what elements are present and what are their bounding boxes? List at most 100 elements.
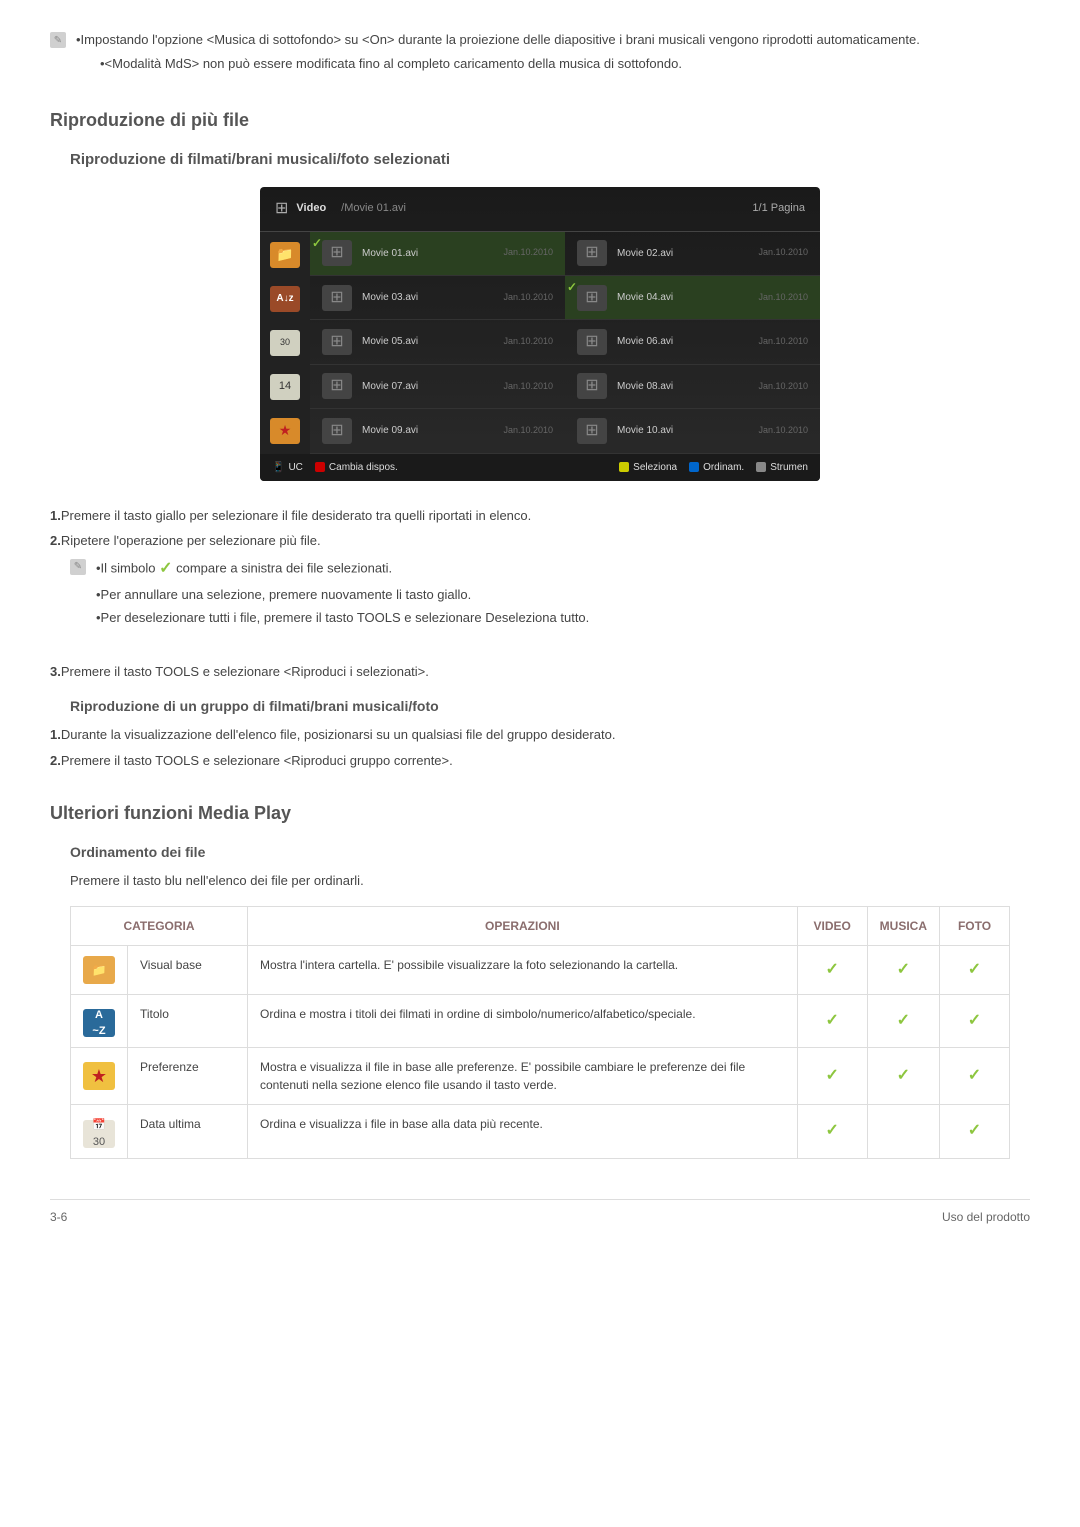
- sidebar-number-icon[interactable]: 14: [270, 374, 300, 400]
- music-support: ✓: [867, 945, 939, 994]
- sort-intro: Premere il tasto blu nell'elenco dei fil…: [70, 871, 1030, 891]
- file-name: Movie 03.avi: [362, 290, 503, 305]
- photo-support: ✓: [940, 994, 1010, 1048]
- sidebar-folder-icon[interactable]: 📁: [270, 242, 300, 268]
- check-icon: ✓: [825, 1064, 838, 1088]
- photo-support: ✓: [940, 945, 1010, 994]
- group-step-2: 2.Premere il tasto TOOLS e selezionare <…: [50, 751, 1030, 771]
- page-footer: 3-6 Uso del prodotto: [50, 1199, 1030, 1226]
- photo-support: ✓: [940, 1048, 1010, 1105]
- file-browser-screenshot: ⊞ Video /Movie 01.avi 1/1 Pagina 📁 A↓z 3…: [260, 187, 820, 481]
- calendar-icon: 📅30: [83, 1120, 115, 1148]
- folder-icon: 📁: [83, 956, 115, 984]
- heading-ordinamento: Ordinamento dei file: [70, 842, 1030, 863]
- table-row: 📁 Visual baseMostra l'intera cartella. E'…: [71, 945, 1010, 994]
- category-name: Data ultima: [128, 1105, 248, 1159]
- sort-hint: Ordinam.: [689, 460, 744, 475]
- file-item[interactable]: ⊞Movie 03.aviJan.10.2010: [310, 276, 565, 320]
- video-support: ✓: [797, 945, 867, 994]
- sidebar-sort-az-icon[interactable]: A↓z: [270, 286, 300, 312]
- note-line-2: •<Modalità MdS> non può essere modificat…: [76, 54, 1030, 74]
- file-date: Jan.10.2010: [503, 291, 553, 305]
- table-row: ★PreferenzeMostra e visualizza il file i…: [71, 1048, 1010, 1105]
- file-date: Jan.10.2010: [758, 291, 808, 305]
- check-icon: ✓: [968, 958, 981, 982]
- check-icon: ✓: [968, 1009, 981, 1033]
- file-name: Movie 04.avi: [617, 290, 758, 305]
- th-foto: FOTO: [940, 906, 1010, 945]
- group-step-1: 1.Durante la visualizzazione dell'elenco…: [50, 725, 1030, 745]
- film-reel-icon: ⊞: [577, 373, 607, 399]
- th-operazioni: OPERAZIONI: [248, 906, 798, 945]
- music-support: [867, 1105, 939, 1159]
- table-row: A~ZTitoloOrdina e mostra i titoli dei fi…: [71, 994, 1010, 1048]
- symbol-note-2: •Per annullare una selezione, premere nu…: [96, 585, 1030, 605]
- step-1: 1.Premere il tasto giallo per selezionar…: [50, 506, 1030, 526]
- th-categoria: CATEGORIA: [71, 906, 248, 945]
- film-reel-icon: ⊞: [322, 240, 352, 266]
- file-item[interactable]: ⊞ Movie 10.aviJan.10.2010: [565, 409, 820, 453]
- file-item[interactable]: ✓⊞Movie 04.aviJan.10.2010: [565, 276, 820, 320]
- sidebar-calendar-icon[interactable]: 30: [270, 330, 300, 356]
- file-date: Jan.10.2010: [758, 246, 808, 260]
- file-name: Movie 06.avi: [617, 334, 758, 349]
- check-icon: ✓: [968, 1119, 981, 1143]
- ui-header: ⊞ Video /Movie 01.avi 1/1 Pagina: [260, 187, 820, 232]
- top-note-block: ✎ •Impostando l'opzione <Musica di sotto…: [50, 30, 1030, 77]
- file-item[interactable]: ⊞ Movie 07.aviJan.10.2010: [310, 365, 565, 409]
- symbol-note-1: •Il simbolo ✓ compare a sinistra dei fil…: [96, 557, 1030, 581]
- category-name: Preferenze: [128, 1048, 248, 1105]
- file-date: Jan.10.2010: [503, 335, 553, 349]
- file-name: Movie 05.avi: [362, 334, 503, 349]
- file-name: Movie 02.avi: [617, 246, 758, 261]
- film-reel-icon: ⊞: [322, 373, 352, 399]
- check-icon: ✓: [159, 557, 172, 581]
- category-desc: Ordina e mostra i titoli dei filmati in …: [248, 994, 798, 1048]
- ui-sidebar: 📁 A↓z 30 14 ★: [260, 232, 310, 454]
- category-desc: Mostra e visualizza il file in base alle…: [248, 1048, 798, 1105]
- file-name: Movie 10.avi: [617, 423, 758, 438]
- note-line-1: •Impostando l'opzione <Musica di sottofo…: [76, 30, 1030, 50]
- sort-options-table: CATEGORIA OPERAZIONI VIDEO MUSICA FOTO 📁…: [70, 906, 1010, 1159]
- info-icon: ✎: [50, 32, 66, 48]
- check-icon: ✓: [897, 958, 910, 982]
- th-video: VIDEO: [797, 906, 867, 945]
- info-icon: ✎: [70, 559, 86, 575]
- heading-riproduzione-selezionati: Riproduzione di filmati/brani musicali/f…: [70, 149, 1030, 172]
- heading-riproduzione-gruppo: Riproduzione di un gruppo di filmati/bra…: [70, 696, 1030, 717]
- select-hint: Seleziona: [619, 460, 677, 475]
- music-support: ✓: [867, 1048, 939, 1105]
- file-date: Jan.10.2010: [503, 380, 553, 394]
- ui-footer: 📱 UC Cambia dispos. Seleziona Ordinam. S…: [260, 454, 820, 481]
- ui-page-indicator: 1/1 Pagina: [752, 200, 805, 217]
- file-item[interactable]: ⊞Movie 05.aviJan.10.2010: [310, 320, 565, 364]
- film-reel-icon: ⊞: [322, 418, 352, 444]
- selected-check-icon: ✓: [312, 234, 322, 252]
- ui-category-title: Video: [296, 200, 326, 217]
- category-name: Visual base: [128, 945, 248, 994]
- check-icon: ✓: [897, 1064, 910, 1088]
- device-badge: 📱 UC: [272, 460, 303, 475]
- file-item[interactable]: ⊞Movie 08.aviJan.10.2010: [565, 365, 820, 409]
- file-item[interactable]: ⊞Movie 09.aviJan.10.2010: [310, 409, 565, 453]
- heading-riproduzione-piu-file: Riproduzione di più file: [50, 107, 1030, 134]
- file-item[interactable]: ⊞Movie 02.aviJan.10.2010: [565, 232, 820, 276]
- check-icon: ✓: [968, 1064, 981, 1088]
- step-2: 2.Ripetere l'operazione per selezionare …: [50, 531, 1030, 551]
- selected-check-icon: ✓: [567, 278, 577, 296]
- video-support: ✓: [797, 1105, 867, 1159]
- category-desc: Mostra l'intera cartella. E' possibile v…: [248, 945, 798, 994]
- file-name: Movie 07.avi: [362, 379, 503, 394]
- file-name: Movie 09.avi: [362, 423, 503, 438]
- film-reel-icon: ⊞: [577, 418, 607, 444]
- file-date: Jan.10.2010: [758, 424, 808, 438]
- music-support: ✓: [867, 994, 939, 1048]
- photo-support: ✓: [940, 1105, 1010, 1159]
- file-date: Jan.10.2010: [758, 335, 808, 349]
- ui-current-path: /Movie 01.avi: [341, 200, 406, 217]
- th-musica: MUSICA: [867, 906, 939, 945]
- file-item[interactable]: ✓⊞Movie 01.aviJan.10.2010: [310, 232, 565, 276]
- sidebar-favorite-icon[interactable]: ★: [270, 418, 300, 444]
- symbol-note-3: •Per deselezionare tutti i file, premere…: [96, 608, 1030, 628]
- file-item[interactable]: ⊞Movie 06.aviJan.10.2010: [565, 320, 820, 364]
